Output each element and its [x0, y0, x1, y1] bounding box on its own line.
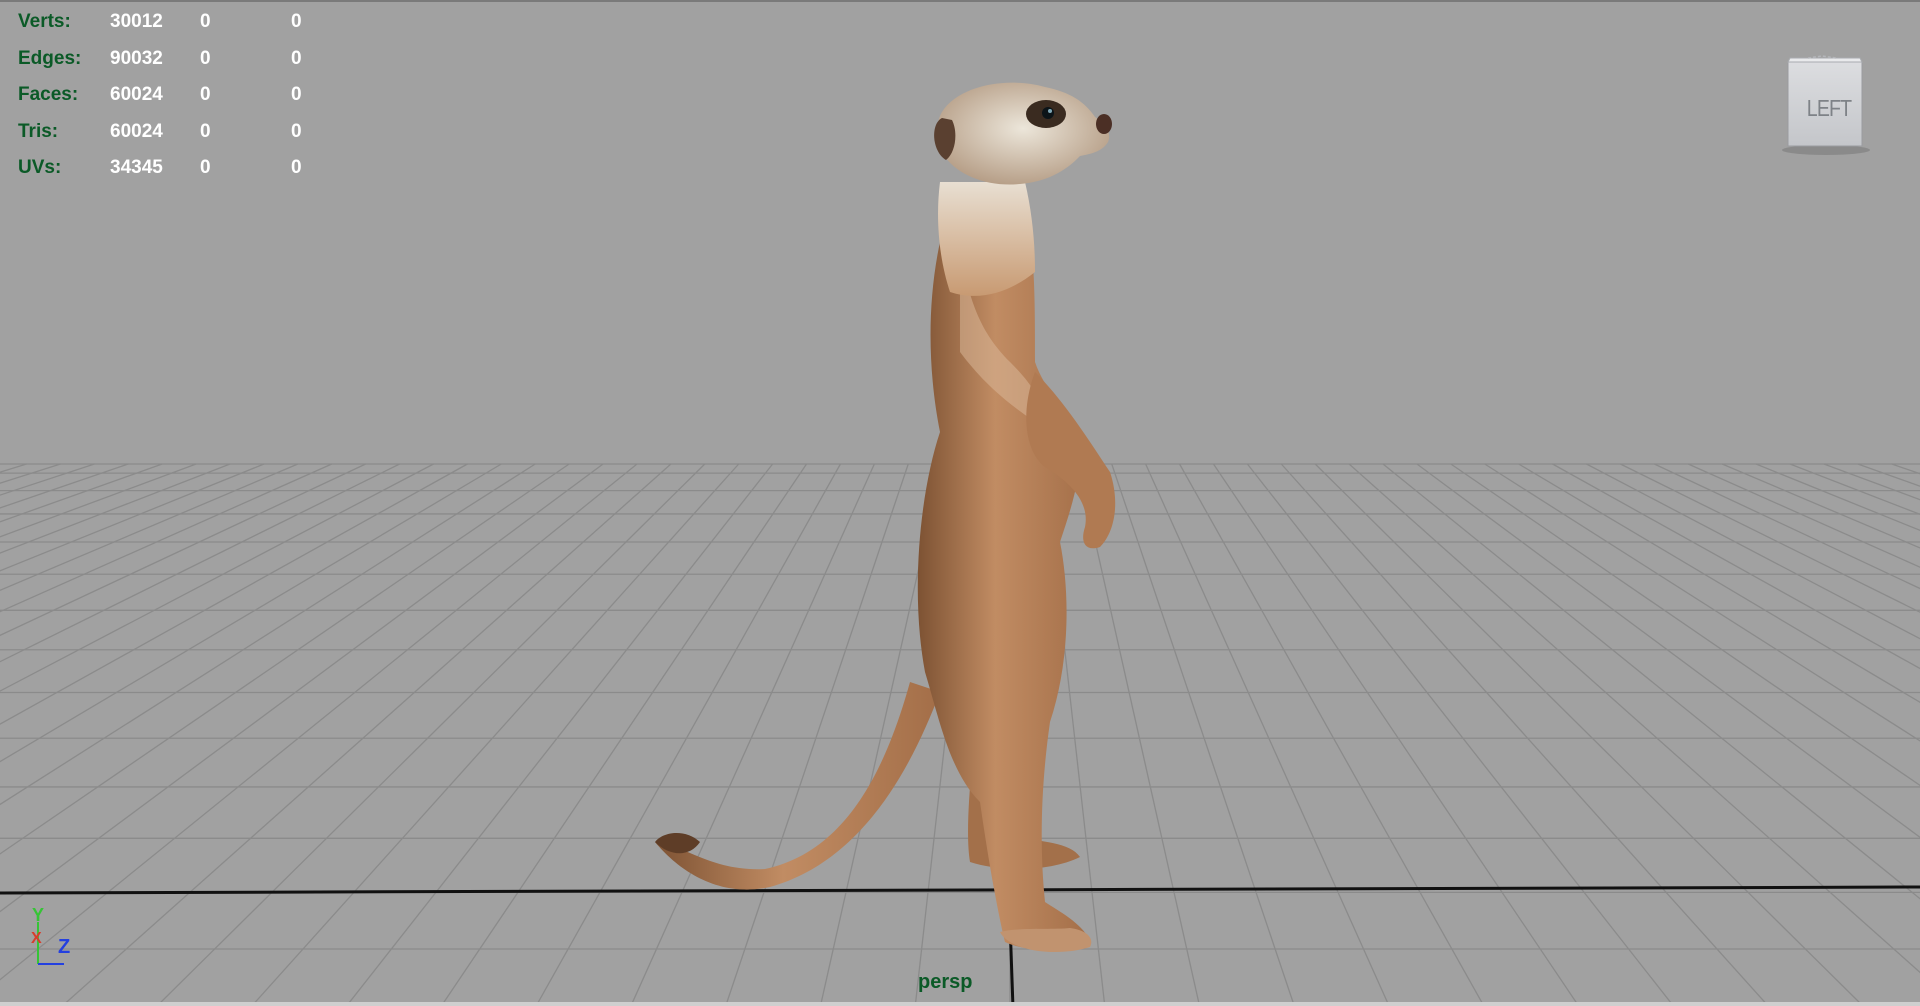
hud-value: 60024: [110, 84, 163, 105]
hud-row-uvs: UVs: 34345 0 0: [18, 150, 331, 187]
grid-line: [1178, 463, 1485, 1006]
grid-line: [1687, 463, 1920, 568]
hud-value: 0: [200, 120, 211, 142]
hud-value: 30012: [110, 11, 163, 32]
hud-label: Tris:: [18, 120, 59, 142]
3d-viewport[interactable]: Verts: 30012 0 0 Edges: 90032 0 0 Faces:…: [0, 0, 1920, 1006]
grid-line: [1382, 463, 1920, 900]
axis-z-label: Z: [58, 936, 71, 958]
grid-line: [1518, 463, 1920, 704]
grid-line: [1721, 463, 1920, 549]
grid-line: [1246, 463, 1675, 1006]
hud-row-faces: Faces: 60024 0 0: [18, 77, 331, 114]
hud-value: 0: [291, 11, 302, 32]
hud-value: 60024: [110, 120, 163, 142]
poly-count-hud: Verts: 30012 0 0 Edges: 90032 0 0 Faces:…: [18, 4, 331, 187]
hud-value: 0: [200, 11, 211, 32]
hud-value: 0: [291, 47, 302, 69]
hud-value: 0: [291, 157, 302, 178]
grid-line: [1891, 463, 1920, 475]
hud-value: 0: [200, 47, 211, 69]
hud-label: UVs:: [18, 157, 62, 178]
grid-line: [1348, 463, 1920, 974]
grid-line: [1552, 463, 1920, 670]
grid-line: [1620, 463, 1920, 613]
grid-line: [1654, 463, 1920, 590]
hud-label: Faces:: [18, 84, 79, 105]
grid-line: [1416, 463, 1920, 839]
hud-value: 0: [291, 120, 302, 142]
hud-label: Verts:: [18, 11, 71, 32]
hud-row-edges: Edges: 90032 0 0: [18, 41, 331, 78]
grid-line: [0, 463, 27, 473]
grid-line: [1450, 463, 1920, 787]
view-cube-face-label[interactable]: LEFT: [1795, 95, 1863, 122]
grid-line: [1484, 463, 1920, 742]
hud-value: 0: [200, 157, 211, 178]
hud-value: 0: [200, 84, 211, 105]
hud-row-tris: Tris: 60024 0 0: [18, 114, 331, 151]
grid-line: [1789, 463, 1920, 516]
axis-x-label: X: [31, 930, 42, 947]
camera-name-label: persp: [918, 971, 973, 993]
hud-value: 90032: [110, 47, 163, 69]
grid-line: [0, 463, 638, 981]
viewport-bottom-border: [0, 1002, 1920, 1006]
hud-value: 0: [291, 84, 302, 105]
meerkat-model[interactable]: [640, 72, 1160, 962]
hud-label: Edges:: [18, 47, 82, 69]
axis-y-label: Y: [32, 905, 45, 925]
hud-value: 34345: [110, 157, 163, 178]
hud-row-verts: Verts: 30012 0 0: [18, 4, 331, 41]
